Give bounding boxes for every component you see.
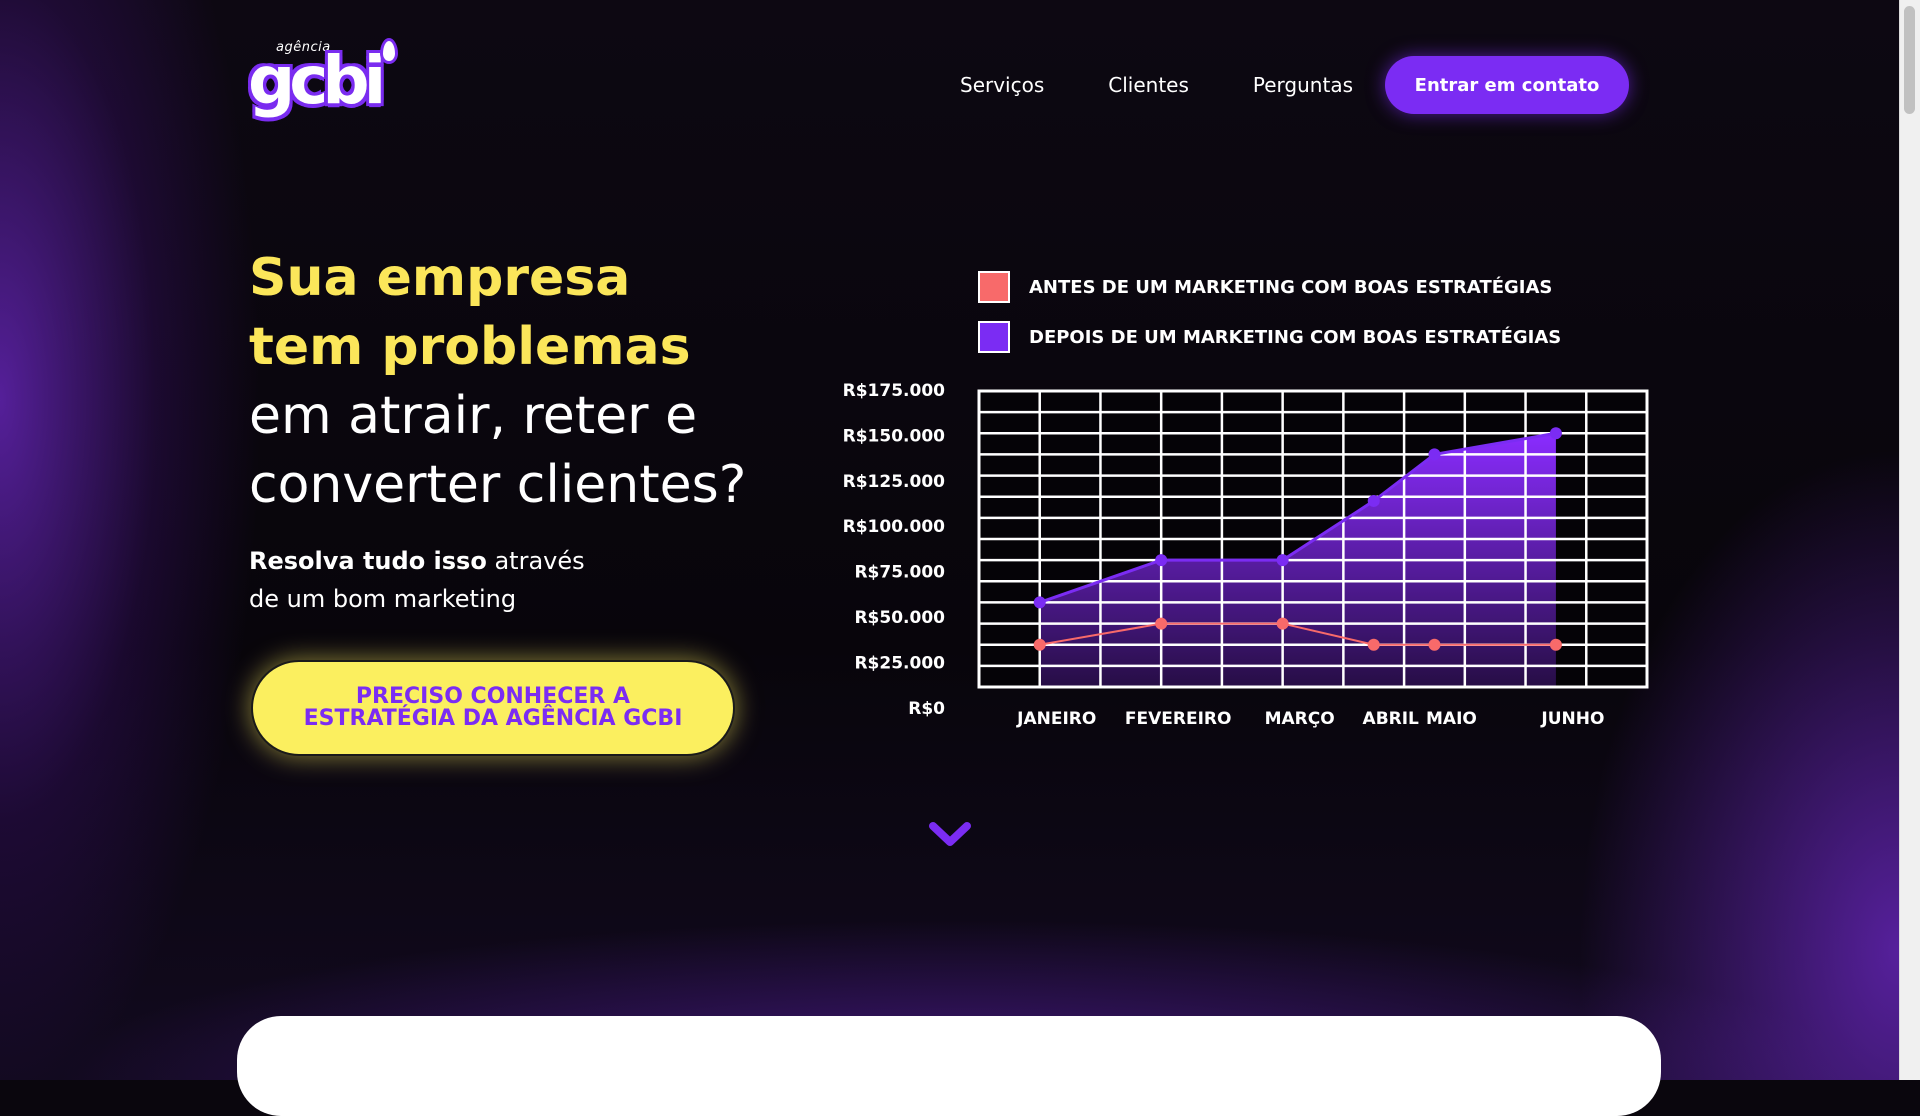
point-antes bbox=[1276, 617, 1289, 630]
x-tick-label: FEVEREIRO bbox=[1125, 709, 1232, 729]
legend-swatch bbox=[978, 321, 1010, 353]
y-tick-label: R$75.000 bbox=[854, 563, 945, 583]
point-depois bbox=[1549, 427, 1562, 440]
logo-wordmark: gcbi bbox=[248, 42, 386, 119]
headline-line-2: tem problemas bbox=[249, 317, 691, 377]
contact-button[interactable]: Entrar em contato bbox=[1385, 56, 1629, 114]
y-tick-label: R$175.000 bbox=[843, 381, 946, 401]
scrollbar-thumb[interactable] bbox=[1904, 6, 1915, 114]
content-card bbox=[237, 1016, 1661, 1116]
legend-label: ANTES DE UM MARKETING COM BOAS ESTRATÉGI… bbox=[1029, 276, 1552, 298]
subtitle-bold: Resolva tudo isso bbox=[249, 547, 487, 575]
hero-headline: Sua empresa tem problemas em atrair, ret… bbox=[249, 244, 809, 520]
nav-link-perguntas[interactable]: Perguntas bbox=[1253, 73, 1353, 97]
point-depois bbox=[1155, 554, 1168, 567]
nav-link-clientes[interactable]: Clientes bbox=[1108, 73, 1189, 97]
x-tick-label: JANEIRO bbox=[1016, 709, 1096, 729]
hero-section: Sua empresa tem problemas em atrair, ret… bbox=[249, 244, 809, 618]
point-depois bbox=[1367, 494, 1380, 507]
y-tick-label: R$0 bbox=[908, 699, 945, 719]
headline-line-4: converter clientes? bbox=[249, 455, 747, 515]
point-depois bbox=[1033, 596, 1046, 609]
subtitle-text-2: de um bom marketing bbox=[249, 585, 517, 613]
y-tick-label: R$150.000 bbox=[843, 426, 946, 446]
point-antes bbox=[1549, 638, 1562, 651]
point-antes bbox=[1428, 638, 1441, 651]
y-tick-label: R$125.000 bbox=[843, 472, 946, 492]
hero-subtitle: Resolva tudo isso através de um bom mark… bbox=[249, 542, 809, 618]
y-tick-label: R$50.000 bbox=[854, 608, 945, 628]
point-depois bbox=[1276, 554, 1289, 567]
point-antes bbox=[1033, 638, 1046, 651]
chevron-down-icon[interactable] bbox=[928, 820, 972, 850]
headline-line-1: Sua empresa bbox=[249, 248, 631, 308]
cta-line-2: ESTRATÉGIA DA AGÊNCIA GCBI bbox=[303, 706, 683, 731]
y-tick-label: R$100.000 bbox=[843, 517, 946, 537]
x-tick-label: MARÇO bbox=[1265, 709, 1335, 729]
logo-drop-icon bbox=[380, 38, 398, 64]
point-antes bbox=[1367, 638, 1380, 651]
agency-logo[interactable]: agência gcbi bbox=[248, 36, 398, 134]
chart-svg: ANTES DE UM MARKETING COM BOAS ESTRATÉGI… bbox=[843, 271, 1649, 729]
point-antes bbox=[1155, 617, 1168, 630]
subtitle-text-1: através bbox=[486, 547, 585, 575]
card-text-hint bbox=[560, 1070, 1260, 1084]
legend-label: DEPOIS DE UM MARKETING COM BOAS ESTRATÉG… bbox=[1029, 326, 1561, 348]
nav-link-servicos[interactable]: Serviços bbox=[960, 73, 1044, 97]
x-tick-label: JUNHO bbox=[1540, 709, 1604, 729]
revenue-chart: ANTES DE UM MARKETING COM BOAS ESTRATÉGI… bbox=[820, 260, 1660, 740]
headline-line-3: em atrair, reter e bbox=[249, 386, 698, 446]
x-tick-label: MAIO bbox=[1426, 709, 1477, 729]
x-tick-label: ABRIL bbox=[1363, 709, 1420, 729]
y-tick-label: R$25.000 bbox=[854, 653, 945, 673]
legend-swatch bbox=[978, 271, 1010, 303]
strategy-cta-button[interactable]: PRECISO CONHECER A ESTRATÉGIA DA AGÊNCIA… bbox=[251, 660, 735, 756]
scrollbar[interactable] bbox=[1899, 0, 1920, 1080]
main-nav: Serviços Clientes Perguntas Entrar em co… bbox=[960, 56, 1629, 114]
point-depois bbox=[1428, 448, 1441, 461]
